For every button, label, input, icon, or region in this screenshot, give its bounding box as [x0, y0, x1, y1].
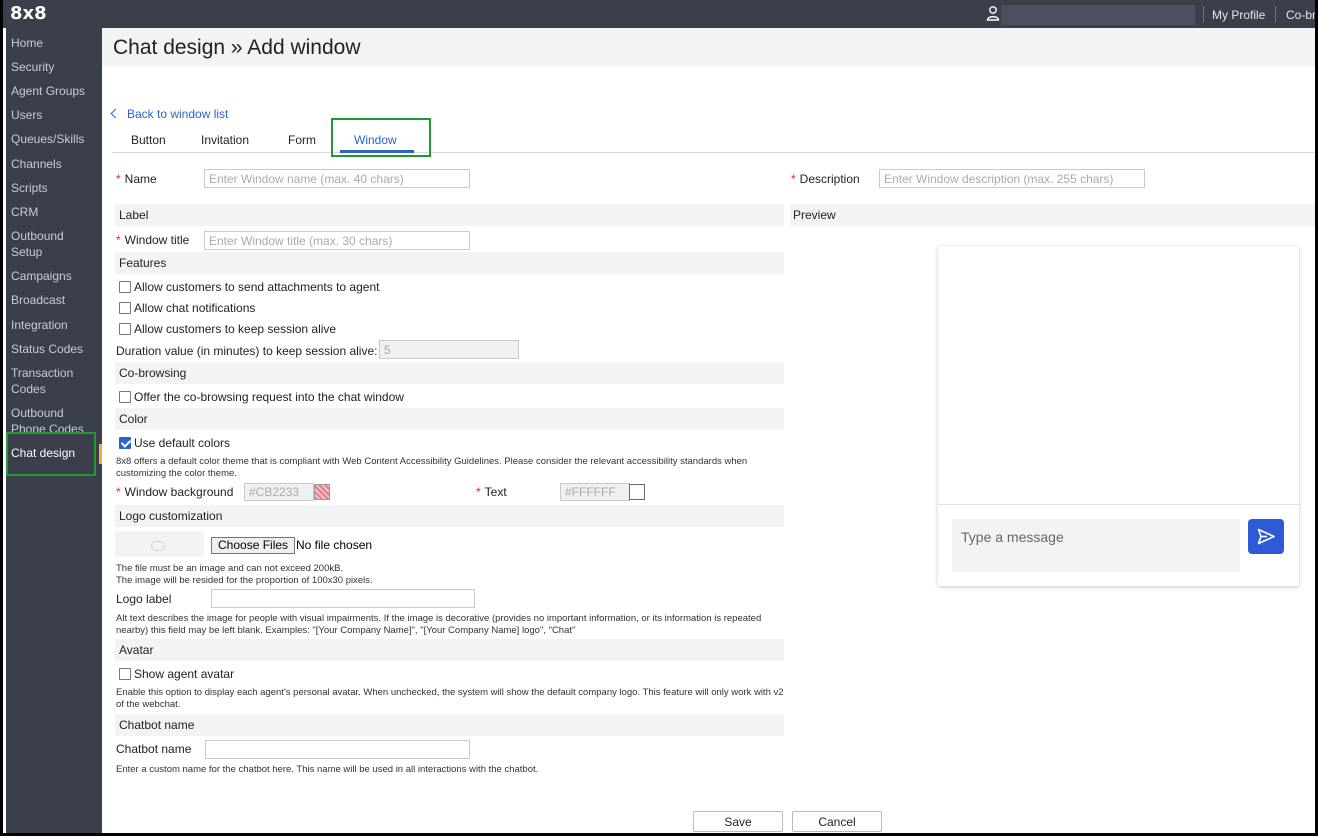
send-icon	[1257, 528, 1275, 545]
sidebar-item-outbound-setup[interactable]: Outbound Setup	[11, 228, 75, 260]
sidebar-item-transaction-codes[interactable]: Transaction Codes	[11, 365, 91, 397]
agent-avatar-label: Show agent avatar	[134, 667, 235, 681]
window-background-label: * Window background	[116, 485, 234, 499]
features-section-header: Features	[115, 252, 784, 274]
notifications-checkbox[interactable]	[119, 302, 131, 314]
sidebar-active-marker	[99, 444, 102, 464]
text-color-swatch[interactable]	[629, 484, 645, 500]
chatbot-section-header: Chatbot name	[115, 714, 784, 736]
sidebar-item-security[interactable]: Security	[11, 59, 101, 75]
sidebar-item-chat-design[interactable]: Chat design	[11, 445, 101, 461]
page-title: Chat design » Add window	[113, 36, 361, 59]
image-placeholder-icon	[151, 541, 165, 551]
keep-alive-checkbox[interactable]	[119, 323, 131, 335]
sidebar-item-channels[interactable]: Channels	[11, 156, 101, 172]
description-label: * Description	[791, 172, 860, 186]
logo-label-label: Logo label	[116, 592, 172, 606]
text-color-label: * Text	[476, 485, 507, 499]
agent-avatar-checkbox[interactable]	[119, 668, 131, 680]
sidebar-item-crm[interactable]: CRM	[11, 204, 101, 220]
top-separator	[1203, 6, 1204, 22]
avatar-section-header: Avatar	[115, 639, 784, 661]
attachments-label: Allow customers to send attachments to a…	[134, 280, 380, 294]
sidebar-item-broadcast[interactable]: Broadcast	[11, 292, 101, 308]
sidebar-item-queues-skills[interactable]: Queues/Skills	[11, 131, 101, 147]
notifications-label: Allow chat notifications	[134, 301, 256, 315]
avatar-note: Enable this option to display each agent…	[116, 687, 784, 710]
send-button[interactable]	[1248, 519, 1284, 554]
sidebar-item-users[interactable]: Users	[11, 107, 101, 123]
tabs-divider	[112, 152, 1315, 153]
back-to-window-list-link[interactable]: Back to window list	[110, 107, 229, 121]
user-name-field	[1001, 5, 1195, 25]
file-status: No file chosen	[296, 538, 373, 552]
save-button[interactable]: Save	[693, 811, 783, 832]
window-title-label: * Window title	[116, 233, 190, 247]
window-description-input[interactable]	[879, 169, 1145, 188]
sidebar-item-status-codes[interactable]: Status Codes	[11, 341, 101, 357]
color-section-header: Color	[115, 408, 784, 430]
chatbot-name-label: Chatbot name	[116, 742, 192, 756]
chatbot-name-input[interactable]	[205, 740, 470, 759]
app-frame: 8x8 My Profile Co-br Home Security Agent…	[0, 0, 1318, 836]
sidebar-item-integration[interactable]: Integration	[11, 317, 101, 333]
window-background-swatch[interactable]	[314, 484, 330, 500]
cobrowsing-checkbox[interactable]	[119, 391, 131, 403]
file-size-note: The file must be an image and can not ex…	[116, 563, 344, 574]
tab-invitation[interactable]: Invitation	[201, 133, 249, 147]
tab-button[interactable]: Button	[131, 133, 166, 147]
sidebar: Home Security Agent Groups Users Queues/…	[6, 28, 102, 833]
top-separator	[1275, 6, 1276, 22]
sidebar-item-scripts[interactable]: Scripts	[11, 180, 101, 196]
alt-text-note: Alt text describes the image for people …	[116, 613, 762, 636]
default-colors-checkbox[interactable]	[119, 437, 131, 449]
cobrowsing-section-header: Co-browsing	[115, 362, 784, 384]
top-bar: 8x8 My Profile Co-br	[3, 0, 1315, 28]
my-profile-link[interactable]: My Profile	[1212, 8, 1265, 22]
back-link-label: Back to window list	[127, 107, 229, 121]
window-background-input[interactable]	[244, 483, 314, 501]
default-colors-label: Use default colors	[134, 436, 231, 450]
sidebar-item-campaigns[interactable]: Campaigns	[11, 268, 101, 284]
chatbot-note: Enter a custom name for the chatbot here…	[116, 764, 539, 775]
label-section-header: Label	[115, 204, 784, 226]
cancel-button[interactable]: Cancel	[792, 811, 882, 832]
logo-section-header: Logo customization	[115, 505, 784, 527]
color-note: 8x8 offers a default color theme that is…	[116, 456, 748, 479]
brand-logo: 8x8	[10, 3, 47, 24]
file-proportion-note: The image will be resided for the propor…	[116, 575, 373, 586]
user-icon[interactable]	[986, 5, 1000, 21]
choose-files-button[interactable]: Choose Files	[211, 537, 296, 554]
tab-form[interactable]: Form	[288, 133, 316, 147]
tab-window-highlight	[331, 118, 431, 157]
cobrowsing-label: Offer the co-browsing request into the c…	[134, 390, 404, 404]
preview-section-header: Preview	[790, 204, 1315, 226]
message-input[interactable]: Type a message	[952, 519, 1240, 572]
text-color-input[interactable]	[560, 483, 630, 501]
name-label: * Name	[116, 172, 157, 186]
duration-input[interactable]	[379, 340, 519, 359]
attachments-checkbox[interactable]	[119, 281, 131, 293]
logo-label-input[interactable]	[211, 589, 475, 608]
sidebar-item-home[interactable]: Home	[11, 35, 101, 51]
cobrowse-link[interactable]: Co-br	[1286, 8, 1315, 22]
chevron-left-icon	[110, 108, 121, 119]
widget-divider	[938, 504, 1299, 505]
window-name-input[interactable]	[204, 169, 470, 188]
window-title-input[interactable]	[204, 231, 470, 250]
keep-alive-label: Allow customers to keep session alive	[134, 322, 337, 336]
sidebar-item-agent-groups[interactable]: Agent Groups	[11, 83, 101, 99]
page-header: Chat design » Add window	[102, 28, 1315, 66]
duration-label: Duration value (in minutes) to keep sess…	[116, 344, 378, 358]
